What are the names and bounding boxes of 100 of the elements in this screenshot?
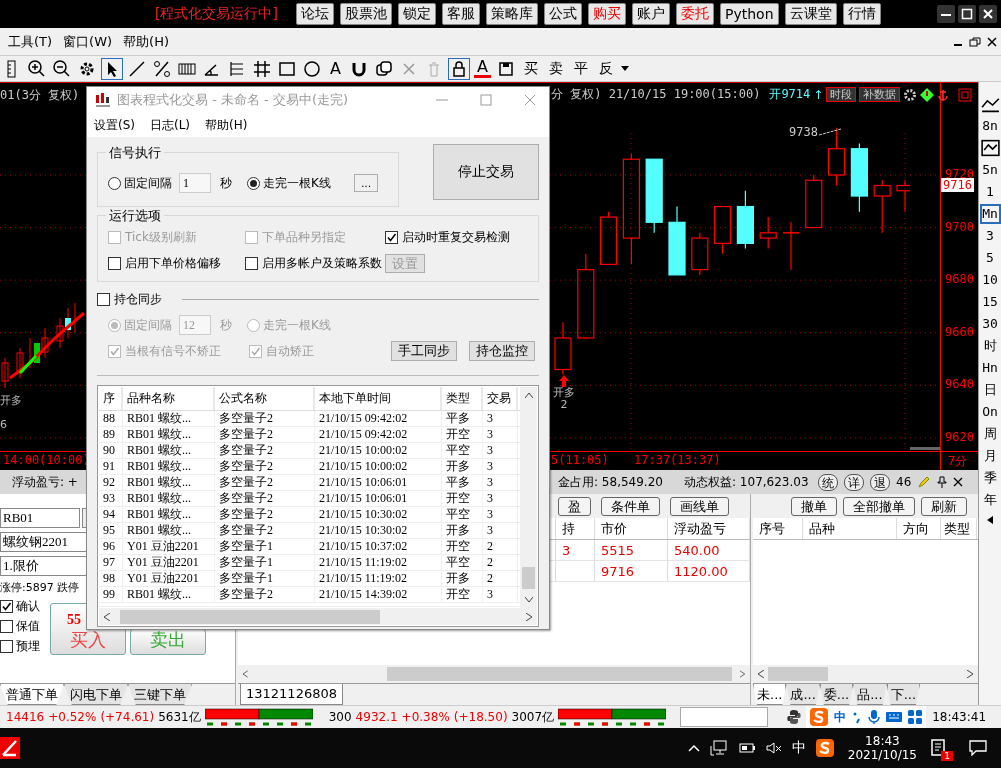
period-button[interactable]: 1 (979, 182, 1001, 202)
tab[interactable]: 闪电下单 (64, 684, 128, 705)
period-button[interactable]: 时 (979, 336, 1001, 356)
circle-icon[interactable] (302, 58, 322, 79)
period-button[interactable]: 季 (979, 468, 1001, 488)
trade-button[interactable]: 卖 (545, 59, 566, 78)
battery-icon[interactable] (737, 741, 756, 755)
interval-field[interactable]: 1 (179, 173, 211, 193)
period-button[interactable]: 月 (979, 446, 1001, 466)
scroll-down-icon[interactable] (524, 597, 533, 603)
scrollbar[interactable] (238, 665, 750, 683)
checkbox[interactable] (108, 256, 121, 270)
chat-icon[interactable] (969, 740, 987, 756)
period-button[interactable]: 10 (979, 270, 1001, 290)
percent-icon[interactable] (152, 58, 172, 79)
period-button[interactable]: 8n (979, 116, 1001, 136)
chart-icon[interactable] (979, 138, 1001, 158)
pin-icon[interactable] (937, 476, 948, 488)
grid-icon[interactable] (252, 58, 272, 79)
tab[interactable]: 未... (753, 684, 787, 705)
menu-item[interactable]: 帮助(H) (123, 32, 169, 51)
toolbar-button[interactable]: 论坛 (296, 3, 334, 25)
toolbar-button[interactable]: Python (720, 3, 779, 25)
panel-button[interactable]: 条件单 (601, 496, 660, 516)
toolbar-button[interactable]: 客服 (442, 3, 480, 25)
checkbox[interactable] (245, 256, 258, 270)
period-button[interactable]: 3 (979, 226, 1001, 246)
panel-button[interactable]: 盈 (558, 496, 591, 516)
checkbox[interactable] (0, 620, 13, 633)
copy-icon[interactable] (373, 58, 394, 79)
stop-trading-button[interactable]: 停止交易 (433, 144, 539, 200)
toolbar-button[interactable]: 云课堂 (784, 3, 837, 25)
checkbox[interactable] (0, 600, 13, 613)
code-field[interactable]: RB01 (0, 508, 80, 528)
scroll-left-icon[interactable] (104, 612, 110, 621)
scrollbar[interactable] (910, 447, 940, 450)
more-button[interactable]: ... (353, 174, 379, 192)
period-button[interactable]: 年 (979, 490, 1001, 510)
menu-item[interactable]: 帮助(H) (205, 116, 248, 134)
panel-button[interactable]: 退 (870, 473, 890, 491)
period-button[interactable]: 15 (979, 292, 1001, 312)
chevron-up-icon[interactable] (687, 744, 700, 752)
pencil-icon[interactable] (917, 475, 932, 489)
toolbar-button[interactable]: 账户 (632, 3, 670, 25)
trade-button[interactable]: 买 (520, 59, 541, 78)
panel-button[interactable]: 统 (818, 473, 838, 491)
tab[interactable]: 下... (886, 684, 921, 705)
menu-item[interactable]: 工具(T) (8, 32, 53, 51)
network-icon[interactable] (709, 740, 728, 756)
zoom-out-icon[interactable] (52, 58, 72, 79)
panel-button[interactable]: 刷新 (921, 496, 967, 516)
toolbar-button[interactable]: 锁定 (398, 3, 436, 25)
column-header[interactable]: 公式名称 (215, 387, 315, 410)
radio-button[interactable] (108, 176, 121, 190)
trade-button[interactable]: 平 (570, 59, 591, 78)
diamond-icon[interactable] (920, 87, 935, 102)
panel-button[interactable]: 全部撤单 (843, 496, 915, 516)
column-header[interactable]: 序 (99, 387, 123, 410)
clock-time[interactable]: 18:43 (865, 734, 900, 748)
speaker-muted-icon[interactable] (765, 741, 782, 755)
python-icon[interactable] (786, 709, 803, 725)
line-icon[interactable] (127, 58, 147, 79)
menu-item[interactable]: 窗口(W) (63, 32, 113, 51)
checkbox[interactable] (0, 640, 13, 653)
scroll-left-icon[interactable] (758, 670, 764, 678)
scroll-right-icon[interactable] (967, 670, 973, 678)
close-icon[interactable] (987, 36, 997, 47)
maximize-icon[interactable] (958, 5, 976, 23)
scroll-thumb[interactable] (768, 667, 828, 681)
minimize-icon[interactable] (937, 5, 955, 23)
anchor-icon[interactable] (937, 87, 950, 102)
tab[interactable]: 成... (786, 684, 820, 705)
scroll-thumb[interactable] (386, 667, 733, 681)
scroll-arrow-icon[interactable] (987, 516, 993, 524)
period-button[interactable]: Hn (979, 358, 1001, 378)
period-button[interactable]: 5 (979, 248, 1001, 268)
trade-button[interactable]: 反 (595, 59, 616, 78)
scroll-left-icon[interactable] (243, 670, 248, 678)
scroll-up-icon[interactable] (524, 392, 533, 398)
scroll-right-icon[interactable] (526, 612, 532, 621)
scrollbar[interactable] (520, 387, 537, 608)
panel-button[interactable]: 详 (844, 473, 864, 491)
lock-icon[interactable] (448, 58, 469, 79)
restore-icon[interactable] (969, 36, 981, 47)
menu-item[interactable]: 设置(S) (94, 116, 135, 134)
checkbox[interactable] (385, 230, 398, 244)
period-button[interactable]: 日 (979, 380, 1001, 400)
tab[interactable]: 普通下单 (0, 684, 64, 705)
scrollbar[interactable] (99, 608, 537, 625)
input-mode-text[interactable]: 中 (791, 739, 806, 757)
toolbar-button[interactable]: 购买 (588, 3, 626, 25)
scroll-right-icon[interactable] (740, 670, 745, 678)
scrollbar[interactable] (753, 665, 978, 683)
notification-icon[interactable] (931, 739, 947, 757)
radio-button[interactable] (247, 176, 260, 190)
scroll-thumb[interactable] (522, 567, 535, 589)
panel-button[interactable]: 撤单 (791, 496, 837, 516)
gear-icon[interactable] (903, 87, 918, 102)
toolbar-button[interactable]: 股票池 (340, 3, 392, 25)
close-icon[interactable] (979, 5, 997, 23)
